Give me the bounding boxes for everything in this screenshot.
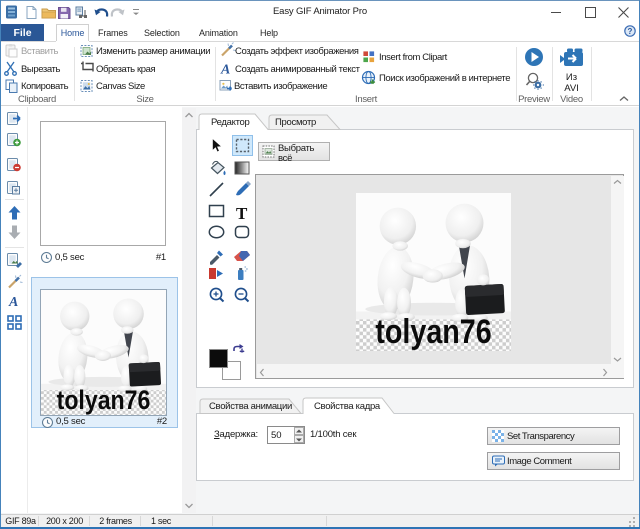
svg-text:A: A <box>220 63 230 78</box>
svg-text:A: A <box>8 295 18 310</box>
svg-text:?: ? <box>628 27 633 36</box>
svg-text:T: T <box>236 204 248 223</box>
